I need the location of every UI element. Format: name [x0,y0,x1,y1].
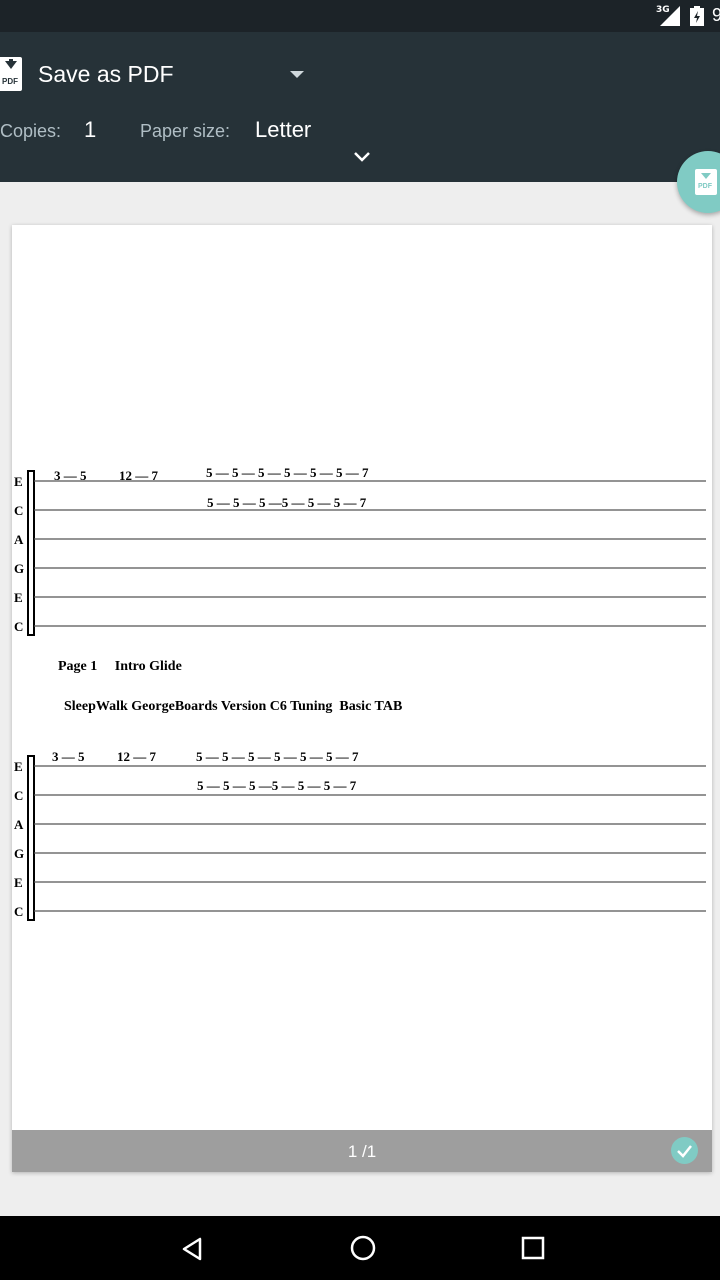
string-label: C [14,619,23,634]
tab-caption-title: SleepWalk GeorgeBoards Version C6 Tuning… [64,699,402,714]
back-icon[interactable] [178,1234,208,1264]
fret-notes: 12 — 7 [117,749,157,764]
copies-input[interactable]: 1 [84,117,96,143]
page-indicator: 1 /1 [347,1142,377,1161]
page-footer: 1 /1 [12,1130,712,1172]
chevron-down-icon[interactable] [352,150,372,164]
home-icon[interactable] [349,1234,377,1262]
string-label: G [14,561,24,576]
fret-notes: 5 — 5 — 5 — 5 — 5 — 5 — 7 [206,465,369,480]
string-label: G [14,846,24,861]
string-label: E [14,474,23,489]
pdf-download-icon: PDF [695,169,717,195]
tablature-document: E C A G E C 3 — 5 12 — 7 5 — 5 — 5 — 5 —… [14,465,706,921]
signal-icon [660,6,680,26]
battery-icon [690,6,704,26]
string-label: E [14,875,23,890]
status-bar: 3G 9 [0,0,720,32]
string-label: C [14,503,23,518]
recent-apps-icon[interactable] [520,1235,546,1261]
paper-size-select[interactable]: Letter [255,117,311,143]
tab-staff-1: E C A G E C 3 — 5 12 — 7 5 — 5 — 5 — 5 —… [14,465,706,636]
tab-staff-2: E C A G E C 3 — 5 12 — 7 5 — 5 — 5 — 5 —… [14,749,706,921]
fret-notes: 5 — 5 — 5 —5 — 5 — 5 — 7 [207,495,367,510]
paper-size-label: Paper size: [140,121,231,141]
string-label: E [14,590,23,605]
fret-notes: 5 — 5 — 5 —5 — 5 — 5 — 7 [197,778,357,793]
string-label: C [14,904,23,919]
fret-notes: 12 — 7 [119,468,159,483]
destination-select[interactable]: Save as PDF [38,61,174,88]
navigation-bar [0,1216,720,1280]
fret-notes: 3 — 5 [54,468,87,483]
dropdown-caret-icon[interactable] [290,71,304,78]
string-label: A [14,532,24,547]
fret-notes: 5 — 5 — 5 — 5 — 5 — 5 — 7 [196,749,359,764]
page-preview[interactable]: E C A G E C 3 — 5 12 — 7 5 — 5 — 5 — 5 —… [12,225,712,1172]
clock: 9 [712,5,720,25]
copies-label: Copies: [0,121,62,141]
tab-caption-page: Page 1 Intro Glide [58,659,182,674]
string-label: C [14,788,23,803]
fret-notes: 3 — 5 [52,749,85,764]
page-selected-check-icon[interactable] [671,1137,698,1164]
string-label: E [14,759,23,774]
string-label: A [14,817,24,832]
pdf-file-icon: PDF [0,57,22,91]
